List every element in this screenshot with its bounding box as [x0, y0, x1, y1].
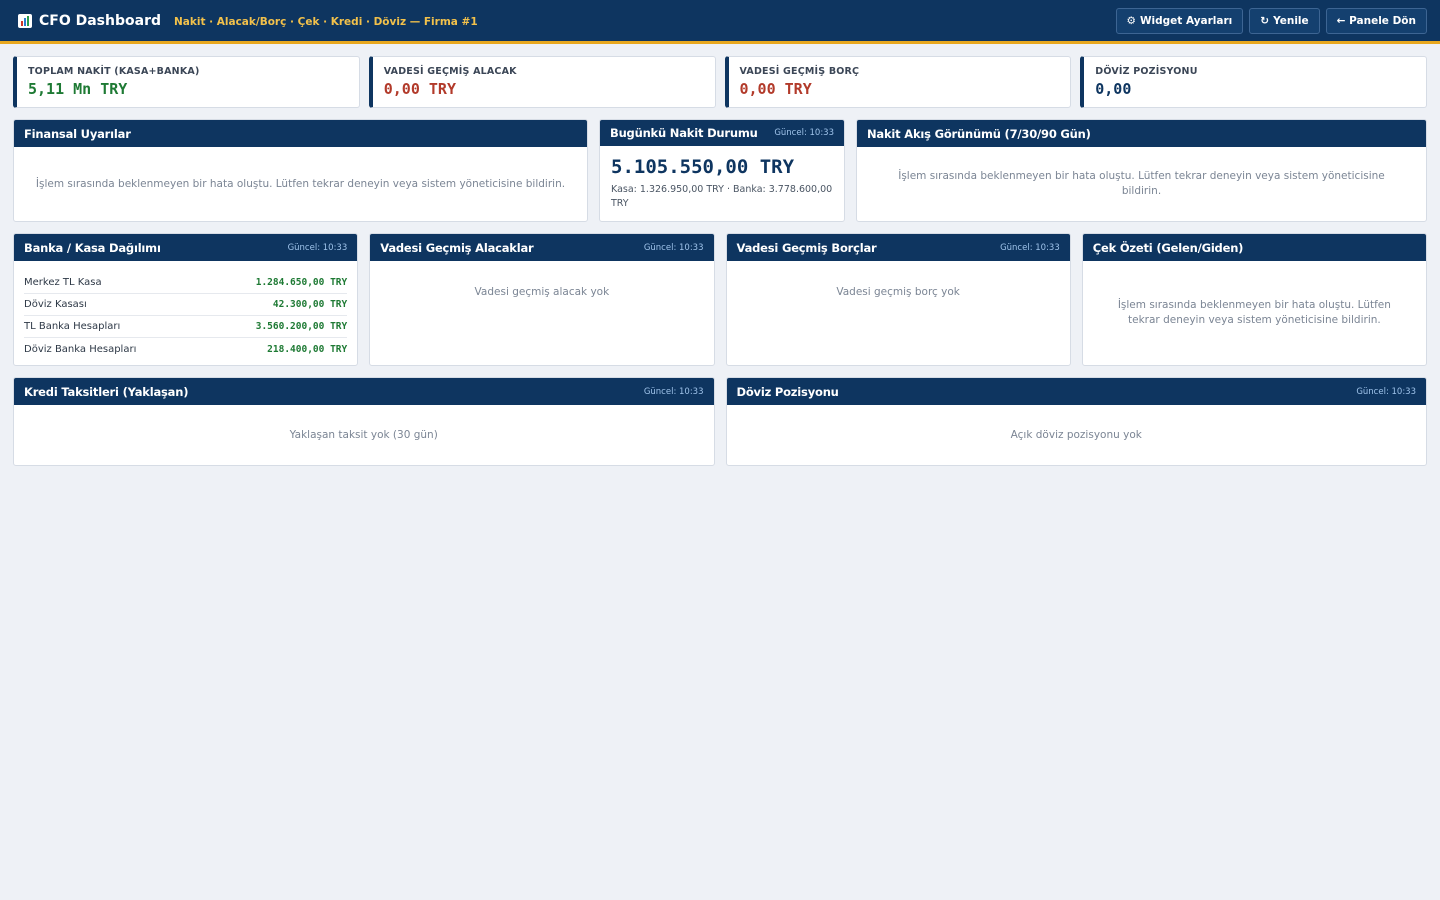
list-item: Döviz Banka Hesapları 218.400,00 TRY: [24, 338, 347, 360]
widget-updated-time: Güncel: 10:33: [1000, 242, 1060, 253]
widget-body: İşlem sırasında beklenmeyen bir hata olu…: [14, 147, 587, 221]
kpi-label: TOPLAM NAKİT (KASA+BANKA): [28, 66, 200, 77]
kpi-value: 0,00: [1095, 80, 1132, 98]
widget-header: Bugünkü Nakit Durumu Güncel: 10:33: [600, 120, 844, 146]
widget-header: Finansal Uyarılar: [14, 120, 587, 147]
kpi-row: TOPLAM NAKİT (KASA+BANKA) 5,11 Mn TRY VA…: [13, 56, 1427, 108]
widget-settings-button[interactable]: ⚙ Widget Ayarları: [1115, 7, 1244, 34]
widget-body: İşlem sırasında beklenmeyen bir hata olu…: [857, 147, 1426, 221]
widget-financial-alerts: Finansal Uyarılar İşlem sırasında beklen…: [13, 119, 588, 222]
kpi-fx-position: DÖVİZ POZİSYONU 0,00: [1080, 56, 1427, 108]
widget-body: Vadesi geçmiş borç yok: [727, 261, 1070, 365]
header-bar: CFO Dashboard Nakit · Alacak/Borç · Çek …: [0, 0, 1440, 44]
account-balance: 218.400,00 TRY: [267, 343, 348, 355]
list-item: Merkez TL Kasa 1.284.650,00 TRY: [24, 272, 348, 294]
today-cash-amount: 5.105.550,00 TRY: [611, 156, 795, 178]
kpi-label: VADESİ GEÇMİŞ BORÇ: [739, 66, 860, 77]
widget-loan-installments: Kredi Taksitleri (Yaklaşan) Güncel: 10:3…: [13, 377, 715, 466]
widget-title: Nakit Akış Görünümü (7/30/90 Gün): [867, 126, 1091, 141]
error-message: İşlem sırasında beklenmeyen bir hata olu…: [35, 177, 566, 190]
today-cash-breakdown: Kasa: 1.326.950,00 TRY · Banka: 3.778.60…: [611, 184, 833, 209]
widget-header: Kredi Taksitleri (Yaklaşan) Güncel: 10:3…: [14, 378, 714, 405]
widget-today-cash: Bugünkü Nakit Durumu Güncel: 10:33 5.105…: [599, 119, 845, 222]
widget-body: Açık döviz pozisyonu yok: [727, 405, 1427, 465]
account-balance: 3.560.200,00 TRY: [255, 321, 348, 332]
kpi-label: DÖVİZ POZİSYONU: [1095, 66, 1198, 77]
widget-updated-time: Güncel: 10:33: [643, 386, 704, 397]
widget-row-1: Finansal Uyarılar İşlem sırasında beklen…: [13, 119, 1427, 222]
widget-title: Vadesi Geçmiş Alacaklar: [380, 240, 534, 255]
kpi-overdue-payable: VADESİ GEÇMİŞ BORÇ 0,00 TRY: [724, 56, 1072, 108]
widget-title: Vadesi Geçmiş Borçlar: [736, 240, 877, 255]
widget-body: 5.105.550,00 TRY Kasa: 1.326.950,00 TRY …: [600, 146, 844, 221]
widget-cheque-summary: Çek Özeti (Gelen/Giden) İşlem sırasında …: [1081, 233, 1427, 366]
widget-updated-time: Güncel: 10:33: [774, 128, 834, 138]
widget-row-2: Banka / Kasa Dağılımı Güncel: 10:33 Merk…: [13, 233, 1427, 366]
widget-header: Çek Özeti (Gelen/Giden): [1082, 234, 1426, 261]
widget-body: Yaklaşan taksit yok (30 gün): [14, 405, 714, 465]
widget-row-3: Kredi Taksitleri (Yaklaşan) Güncel: 10:3…: [13, 377, 1427, 466]
back-to-panel-button[interactable]: ← Panele Dön: [1325, 7, 1427, 34]
widget-body: İşlem sırasında beklenmeyen bir hata olu…: [1083, 261, 1426, 365]
empty-message: Vadesi geçmiş borç yok: [836, 286, 960, 298]
widget-header: Döviz Pozisyonu Güncel: 10:33: [726, 378, 1426, 405]
widget-title: Finansal Uyarılar: [24, 126, 131, 141]
page-subtitle: Nakit · Alacak/Borç · Çek · Kredi · Dövi…: [174, 15, 478, 28]
widget-updated-time: Güncel: 10:33: [643, 242, 704, 253]
widget-updated-time: Güncel: 10:33: [1356, 386, 1416, 397]
widget-header: Nakit Akış Görünümü (7/30/90 Gün): [857, 120, 1426, 147]
refresh-icon: ↻: [1260, 14, 1270, 27]
widget-settings-label: Widget Ayarları: [1139, 14, 1233, 27]
empty-message: Vadesi geçmiş alacak yok: [474, 286, 610, 298]
dashboard-content: TOPLAM NAKİT (KASA+BANKA) 5,11 Mn TRY VA…: [0, 44, 1440, 489]
kpi-total-cash: TOPLAM NAKİT (KASA+BANKA) 5,11 Mn TRY: [13, 56, 360, 108]
widget-body: Vadesi geçmiş alacak yok: [370, 261, 713, 365]
account-name: Döviz Banka Hesapları: [24, 343, 137, 355]
page-title: CFO Dashboard: [39, 12, 161, 29]
account-name: Merkez TL Kasa: [24, 277, 102, 288]
kpi-value: 5,11 Mn TRY: [28, 80, 128, 98]
empty-message: Yaklaşan taksit yok (30 gün): [289, 428, 438, 441]
widget-body: Merkez TL Kasa 1.284.650,00 TRY Döviz Ka…: [14, 261, 357, 365]
error-message: İşlem sırasında beklenmeyen bir hata olu…: [1117, 299, 1391, 326]
list-item: TL Banka Hesapları 3.560.200,00 TRY: [24, 316, 348, 338]
widget-cashflow-view: Nakit Akış Görünümü (7/30/90 Gün) İşlem …: [856, 119, 1427, 222]
error-message: İşlem sırasında beklenmeyen bir hata olu…: [898, 170, 1385, 197]
widget-header: Vadesi Geçmiş Borçlar Güncel: 10:33: [726, 234, 1070, 261]
bar-chart-icon: [18, 13, 32, 28]
widget-title: Döviz Pozisyonu: [736, 384, 839, 399]
kpi-value: 0,00 TRY: [383, 80, 456, 98]
widget-updated-time: Güncel: 10:33: [287, 242, 348, 253]
account-name: TL Banka Hesapları: [24, 321, 121, 332]
kpi-overdue-receivable: VADESİ GEÇMİŞ ALACAK 0,00 TRY: [368, 56, 716, 108]
widget-overdue-receivables: Vadesi Geçmiş Alacaklar Güncel: 10:33 Va…: [369, 233, 715, 366]
account-balance: 42.300,00 TRY: [272, 299, 348, 310]
widget-header: Banka / Kasa Dağılımı Güncel: 10:33: [14, 234, 358, 261]
kpi-value: 0,00 TRY: [739, 80, 812, 98]
widget-bank-cash-distribution: Banka / Kasa Dağılımı Güncel: 10:33 Merk…: [13, 233, 359, 366]
list-item: Döviz Kasası 42.300,00 TRY: [24, 294, 348, 316]
empty-message: Açık döviz pozisyonu yok: [1010, 428, 1142, 441]
back-label: ← Panele Dön: [1336, 14, 1416, 27]
widget-header: Vadesi Geçmiş Alacaklar Güncel: 10:33: [370, 234, 714, 261]
kpi-label: VADESİ GEÇMİŞ ALACAK: [383, 66, 517, 77]
widget-title: Kredi Taksitleri (Yaklaşan): [24, 384, 189, 399]
gear-icon: ⚙: [1126, 14, 1136, 27]
widget-overdue-payables: Vadesi Geçmiş Borçlar Güncel: 10:33 Vade…: [725, 233, 1071, 366]
account-balance: 1.284.650,00 TRY: [255, 277, 348, 288]
widget-fx-position: Döviz Pozisyonu Güncel: 10:33 Açık döviz…: [725, 377, 1427, 466]
widget-title: Bugünkü Nakit Durumu: [610, 126, 758, 140]
widget-title: Banka / Kasa Dağılımı: [24, 240, 161, 255]
refresh-label: Yenile: [1273, 14, 1309, 27]
widget-title: Çek Özeti (Gelen/Giden): [1092, 240, 1244, 255]
account-name: Döviz Kasası: [24, 299, 87, 310]
refresh-button[interactable]: ↻ Yenile: [1249, 7, 1320, 34]
